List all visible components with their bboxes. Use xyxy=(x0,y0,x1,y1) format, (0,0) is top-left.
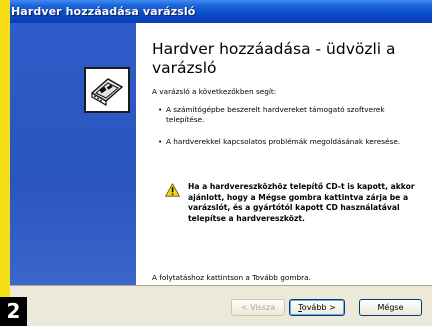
title-bar[interactable]: Hardver hozzáadása varázsló xyxy=(3,0,432,24)
list-item-text: A hardverekkel kapcsolatos problémák meg… xyxy=(166,137,401,146)
hardware-card-icon xyxy=(84,67,130,113)
step-badge: 2 xyxy=(0,297,27,326)
bullet-icon: • xyxy=(158,105,163,114)
bullet-icon: • xyxy=(158,137,163,146)
wizard-content: Hardver hozzáadása - üdvözli a varázsló … xyxy=(136,23,432,285)
page-title: Hardver hozzáadása - üdvözli a varázsló xyxy=(152,40,396,77)
wizard-window: Hardver hozzáadása varázsló Hardver hozz… xyxy=(0,0,432,326)
warning-triangle-icon xyxy=(164,182,181,197)
next-button[interactable]: Tovább > xyxy=(289,299,345,316)
cd-warning-text: Ha a hardvereszközhöz telepítő CD-t is k… xyxy=(188,182,415,223)
list-item-text: A számítógépbe beszerelt hardvereket tám… xyxy=(166,105,385,124)
wizard-side-banner xyxy=(6,23,136,285)
back-button[interactable]: < Vissza xyxy=(231,299,285,316)
cancel-button[interactable]: Mégse xyxy=(359,299,422,316)
next-button-label: ovább > xyxy=(301,303,336,312)
continue-hint: A folytatáshoz kattintson a Tovább gombr… xyxy=(152,273,311,282)
intro-text: A varázsló a következőkben segít: xyxy=(152,87,277,96)
yellow-page-strip xyxy=(0,0,10,326)
button-bar: < Vissza Tovább > Mégse xyxy=(6,285,432,326)
window-title: Hardver hozzáadása varázsló xyxy=(11,5,196,18)
